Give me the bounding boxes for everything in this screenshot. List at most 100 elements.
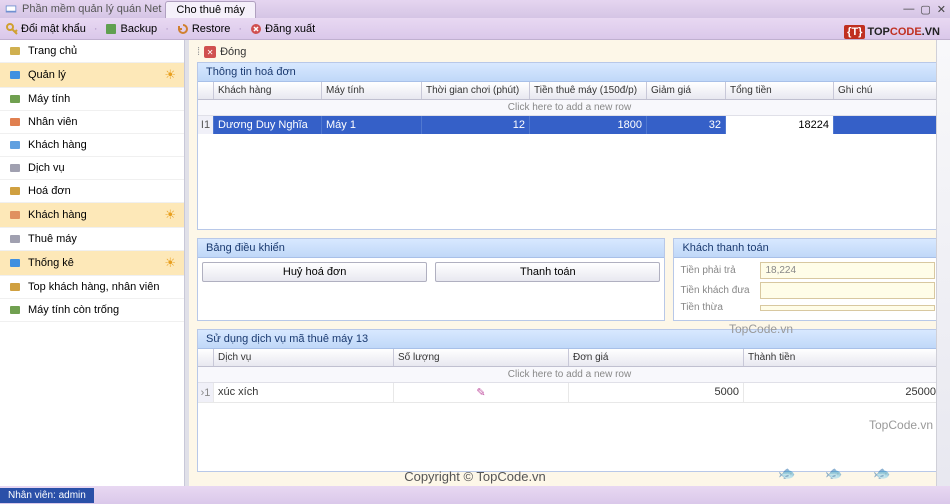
cell-price[interactable]: 5000 <box>569 383 744 402</box>
sidebar-item-10[interactable]: Top khách hàng, nhân viên <box>0 276 184 299</box>
sidebar-item-9[interactable]: Thống kê ☀ <box>0 251 184 276</box>
separator: · <box>238 23 242 35</box>
sidebar-item-5[interactable]: Dịch vụ <box>0 157 184 180</box>
change-password-button[interactable]: Đổi mật khẩu <box>6 23 86 35</box>
service-row[interactable]: › 1 xúc xích ✎ 5000 25000 <box>198 383 941 403</box>
vertical-scrollbar[interactable] <box>936 40 950 486</box>
given-label: Tiền khách đưa <box>680 285 760 296</box>
column-header[interactable]: Thành tiền <box>744 349 941 366</box>
cell-machine[interactable]: Máy 1 <box>322 116 422 134</box>
sidebar-item-7[interactable]: Khách hàng☀ <box>0 203 184 228</box>
restore-icon <box>177 23 189 35</box>
sidebar-item-label: Quản lý <box>28 69 66 81</box>
sidebar-item-1[interactable]: Quản lý ☀ <box>0 63 184 88</box>
grip-icon: ⁞ <box>197 46 200 58</box>
sidebar-item-icon <box>8 115 22 129</box>
maximize-button[interactable]: ▢ <box>920 3 930 16</box>
minimize-button[interactable]: — <box>903 3 914 16</box>
sidebar-item-6[interactable]: Hoá đơn <box>0 180 184 203</box>
cell-total[interactable]: 25000 <box>744 383 941 402</box>
titlebar: Phần mềm quản lý quán Net Cho thuê máy —… <box>0 0 950 18</box>
toolbar-label: Backup <box>120 23 157 35</box>
cell-customer[interactable]: Dương Duy Nghĩa <box>214 116 322 134</box>
edit-icon: ✎ <box>476 387 485 399</box>
column-header[interactable]: Dịch vụ <box>214 349 394 366</box>
cell-note[interactable] <box>834 116 941 134</box>
sidebar-item-label: Trang chủ <box>28 45 77 57</box>
sidebar-item-icon <box>8 208 22 222</box>
close-window-button[interactable]: ✕ <box>937 3 946 16</box>
change-value <box>760 305 935 311</box>
close-tab-bar: ⁞ ✕ Đóng <box>197 46 942 58</box>
close-label: Đóng <box>220 46 246 58</box>
sidebar-item-icon <box>8 303 22 317</box>
logout-button[interactable]: Đăng xuất <box>250 23 315 35</box>
sidebar-item-label: Thống kê <box>28 257 74 269</box>
sidebar-item-label: Top khách hàng, nhân viên <box>28 281 160 293</box>
button-label: Thanh toán <box>520 266 576 278</box>
invoice-row[interactable]: I 1 Dương Duy Nghĩa Máy 1 12 1800 32 182… <box>198 116 941 134</box>
backup-button[interactable]: Backup <box>105 23 157 35</box>
close-tab-button[interactable]: ✕ <box>204 46 216 58</box>
panel-header: Thông tin hoá đơn <box>198 63 941 82</box>
cell-service[interactable]: xúc xích <box>214 383 394 402</box>
restore-button[interactable]: Restore <box>177 23 231 35</box>
sidebar-item-icon <box>8 44 22 58</box>
sidebar-item-11[interactable]: Máy tính còn trống <box>0 299 184 322</box>
sidebar-item-0[interactable]: Trang chủ <box>0 40 184 63</box>
column-header[interactable]: Tổng tiền <box>726 82 834 99</box>
cell-qty[interactable]: ✎ <box>394 383 569 402</box>
column-header[interactable]: Máy tính <box>322 82 422 99</box>
column-header[interactable]: Đơn giá <box>569 349 744 366</box>
sidebar-item-icon <box>8 184 22 198</box>
tab-label: Cho thuê máy <box>176 4 244 16</box>
cell-playtime[interactable]: 12 <box>422 116 530 134</box>
sidebar-item-2[interactable]: Máy tính <box>0 88 184 111</box>
column-header[interactable]: Số lượng <box>394 349 569 366</box>
statusbar: Nhân viên: admin <box>0 486 950 504</box>
decoration: 🐟 🐟 🐟 <box>778 465 890 482</box>
must-pay-value: 18,224 <box>760 262 935 279</box>
cell-discount[interactable]: 32 <box>647 116 726 134</box>
disk-icon <box>105 23 117 35</box>
pay-button[interactable]: Thanh toán <box>435 262 660 282</box>
payment-panel: Khách thanh toán Tiền phải trả 18,224 Ti… <box>673 238 942 321</box>
topcode-logo: {T}TOPCODE.VN <box>844 22 940 38</box>
panel-header: Bảng điều khiển <box>198 239 664 258</box>
invoice-grid-header: Khách hàngMáy tínhThời gian chơi (phút)T… <box>198 82 941 100</box>
invoice-panel: Thông tin hoá đơn Khách hàngMáy tínhThời… <box>197 62 942 230</box>
app-title: Phần mềm quản lý quán Net <box>22 3 161 15</box>
cancel-invoice-button[interactable]: Huỷ hoá đơn <box>202 262 427 282</box>
cell-rental[interactable]: 1800 <box>530 116 647 134</box>
main-toolbar: Đổi mật khẩu · Backup · Restore · Đăng x… <box>0 18 950 40</box>
sidebar-item-label: Nhân viên <box>28 116 78 128</box>
sidebar-item-label: Hoá đơn <box>28 185 71 197</box>
new-row-hint[interactable]: Click here to add a new row <box>198 367 941 383</box>
sidebar: Trang chủ Quản lý ☀ Máy tính Nhân viên Khách … <box>0 40 185 486</box>
column-header[interactable]: Giảm giá <box>647 82 726 99</box>
toolbar-label: Đổi mật khẩu <box>21 23 86 35</box>
sidebar-item-4[interactable]: Khách hàng <box>0 134 184 157</box>
column-header[interactable]: Tiền thuê máy (150đ/p) <box>530 82 647 99</box>
separator: · <box>94 23 98 35</box>
logout-icon <box>250 23 262 35</box>
sidebar-item-label: Thuê máy <box>28 233 77 245</box>
toolbar-label: Đăng xuất <box>265 23 315 35</box>
column-header[interactable]: Thời gian chơi (phút) <box>422 82 530 99</box>
tab-rent-machine[interactable]: Cho thuê máy <box>165 1 255 18</box>
sidebar-item-8[interactable]: Thuê máy <box>0 228 184 251</box>
expand-icon: ☀ <box>164 67 176 83</box>
cell-total[interactable]: 18224 <box>726 116 834 134</box>
column-header[interactable]: Khách hàng <box>214 82 322 99</box>
given-input[interactable] <box>760 282 935 299</box>
column-header[interactable]: Ghi chú <box>834 82 941 99</box>
invoice-grid-body <box>198 134 941 229</box>
new-row-hint[interactable]: Click here to add a new row <box>198 100 941 116</box>
separator: · <box>165 23 169 35</box>
sidebar-item-icon <box>8 92 22 106</box>
expand-icon: ☀ <box>164 255 176 271</box>
app-icon <box>4 2 18 16</box>
toolbar-label: Restore <box>192 23 231 35</box>
sidebar-item-label: Khách hàng <box>28 209 87 221</box>
sidebar-item-3[interactable]: Nhân viên <box>0 111 184 134</box>
